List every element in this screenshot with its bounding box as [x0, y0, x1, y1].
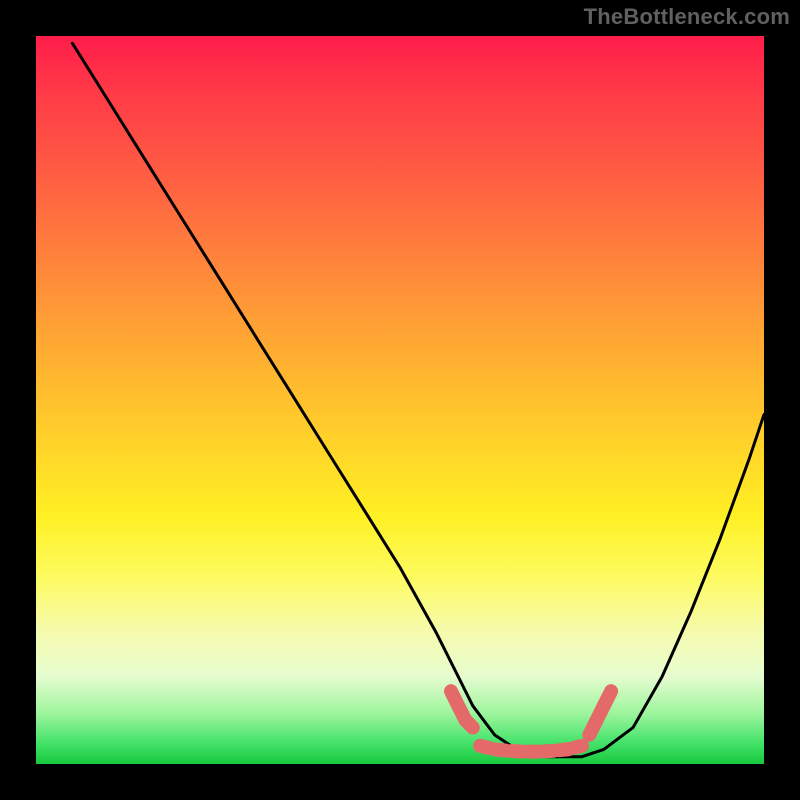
- plot-area: [36, 36, 764, 764]
- chart-container: TheBottleneck.com: [0, 0, 800, 800]
- watermark-text: TheBottleneck.com: [584, 4, 790, 30]
- black-curve: [72, 43, 764, 756]
- chart-svg: [36, 36, 764, 764]
- red-blob-flat: [480, 746, 582, 752]
- red-blob-right: [589, 691, 611, 735]
- red-markers: [451, 691, 611, 751]
